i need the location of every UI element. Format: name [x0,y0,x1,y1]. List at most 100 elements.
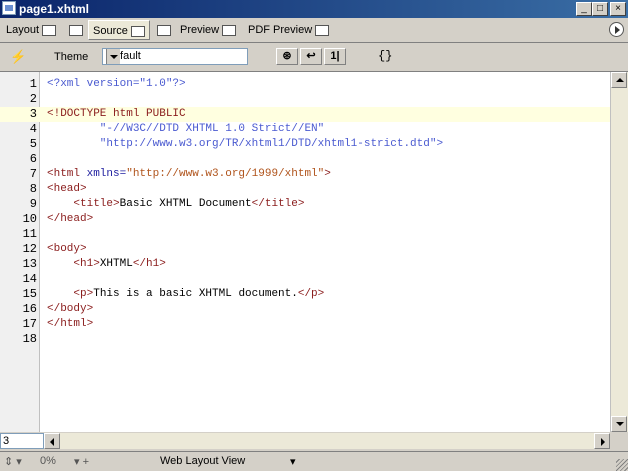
window-title: page1.xhtml [19,2,90,16]
zoom-stepper-icon[interactable]: ⇕ ▾ [4,455,22,468]
code-token: </h1> [132,258,166,270]
vertical-scrollbar[interactable] [610,72,628,432]
editor-toolbar: ⚡ Theme Default ⊛ ↩ 1| {} [0,43,628,72]
code-token: xmlns= [86,168,127,180]
line-number: 3 [29,107,37,121]
line-number: 9 [29,197,37,211]
code-view-icon [157,24,171,36]
line-number: 17 [22,317,37,331]
tab-split-view[interactable] [62,20,87,40]
line-number: 16 [22,302,37,316]
title-bar: page1.xhtml _ □ × [0,0,628,18]
split-view-icon [69,24,83,36]
code-line[interactable]: 11 [0,227,610,242]
code-line[interactable]: 17 </html> [0,317,610,332]
view-mode[interactable]: Web Layout View [160,455,245,467]
code-line[interactable]: 6 [0,152,610,167]
code-token: "http://www.w3.org/1999/xhtml" [126,168,325,180]
preview-icon [222,24,237,36]
scroll-down-icon[interactable] [611,416,627,432]
code-text: "http://www.w3.org/TR/xhtml1/DTD/xhtml1-… [47,137,443,152]
code-text: </head> [47,212,93,227]
code-line[interactable]: 8 <head> [0,182,610,197]
line-number-field[interactable]: 3 [0,433,44,449]
code-text: <!DOCTYPE html PUBLIC [47,107,186,122]
code-token: <h1> [47,258,100,270]
scroll-left-icon[interactable] [44,433,60,449]
code-token: </html> [47,318,94,330]
tab-preview[interactable]: Preview [176,20,240,40]
code-line[interactable]: 12 <body> [0,242,610,257]
code-line[interactable]: 10 </head> [0,212,610,227]
layout-icon [42,24,57,36]
code-line[interactable]: 7 <html xmlns="http://www.w3.org/1999/xht… [0,167,610,182]
code-token: </title> [251,198,305,210]
line-number: 10 [22,212,37,226]
tab-layout[interactable]: Layout [2,20,60,40]
chevron-down-icon[interactable] [106,49,120,64]
theme-label: Theme [54,51,89,63]
code-line[interactable]: 16 </body> [0,302,610,317]
code-text: <p>This is a basic XHTML document.</p> [47,287,324,302]
document-icon [2,1,16,15]
view-tabs: Layout Source Preview PDF Preview [0,19,628,43]
tab-code-view[interactable] [150,20,175,40]
code-token: <p> [47,288,94,300]
code-line[interactable]: 14 [0,272,610,287]
line-number: 4 [29,122,37,136]
line-number: 1 [29,77,37,91]
tab-label: Preview [180,24,220,36]
scroll-up-icon[interactable] [611,72,627,88]
close-button[interactable]: × [610,2,626,16]
code-text: </body> [47,302,93,317]
code-token: > [324,168,331,180]
code-line[interactable]: 4 "-//W3C//DTD XHTML 1.0 Strict//EN" [0,122,610,137]
line-number: 8 [29,182,37,196]
zoom-controls-icon[interactable]: ▾ + [74,455,89,468]
line-number: 12 [22,242,37,256]
line-number: 14 [22,272,37,286]
code-line[interactable]: 2 [0,92,610,107]
code-line[interactable]: 9 <title>Basic XHTML Document</title> [0,197,610,212]
tab-label: Layout [6,24,40,36]
code-line[interactable]: 13 <h1>XHTML</h1> [0,257,610,272]
code-token: <head> [47,183,87,195]
code-line[interactable]: 15 <p>This is a basic XHTML document.</p… [0,287,610,302]
tabs-arrow-icon[interactable] [609,22,624,37]
tab-label: PDF Preview [248,24,313,36]
resize-grip-icon[interactable] [616,459,628,471]
chevron-down-icon[interactable]: ▾ [290,455,296,468]
theme-select[interactable]: Default [102,48,248,65]
line-number: 18 [22,332,37,346]
minimize-button[interactable]: _ [576,2,592,16]
line-number: 13 [22,257,37,271]
zoom-level[interactable]: 0% [40,455,56,467]
status-bar: ⇕ ▾ 0% ▾ + Web Layout View ▾ [0,451,628,471]
code-line[interactable]: 3 <!DOCTYPE html PUBLIC [0,107,610,122]
code-token: "-//W3C//DTD XHTML 1.0 Strict//EN" [47,123,325,135]
maximize-button[interactable]: □ [592,2,608,16]
code-line[interactable]: 18 [0,332,610,347]
scroll-right-icon[interactable] [594,433,610,449]
braces-icon[interactable]: {} [378,49,392,63]
lightning-icon[interactable]: ⚡ [10,49,26,65]
tab-pdf-preview[interactable]: PDF Preview [244,20,333,40]
code-text: <body> [47,242,87,257]
syntax-check-button[interactable]: ⊛ [276,48,298,65]
horizontal-scrollbar[interactable] [44,433,610,449]
code-line[interactable]: 1 <?xml version="1.0"?> [0,77,610,92]
line-numbers-button[interactable]: 1| [324,48,346,65]
line-number: 7 [29,167,37,181]
line-number: 2 [29,92,37,106]
code-text: <?xml version="1.0"?> [47,77,186,92]
code-token: This is a basic XHTML document. [93,288,298,300]
word-wrap-button[interactable]: ↩ [300,48,322,65]
code-token: </body> [47,303,94,315]
tab-source[interactable]: Source [88,20,150,40]
code-editor[interactable]: 1 <?xml version="1.0"?> 2 3 <!DOCTYPE html P… [0,72,610,432]
code-text: <head> [47,182,87,197]
line-number: 11 [22,227,37,241]
code-token: "http://www.w3.org/TR/xhtml1/DTD/xhtml1-… [47,138,444,150]
code-text: <title>Basic XHTML Document</title> [47,197,304,212]
code-line[interactable]: 5 "http://www.w3.org/TR/xhtml1/DTD/xhtml… [0,137,610,152]
